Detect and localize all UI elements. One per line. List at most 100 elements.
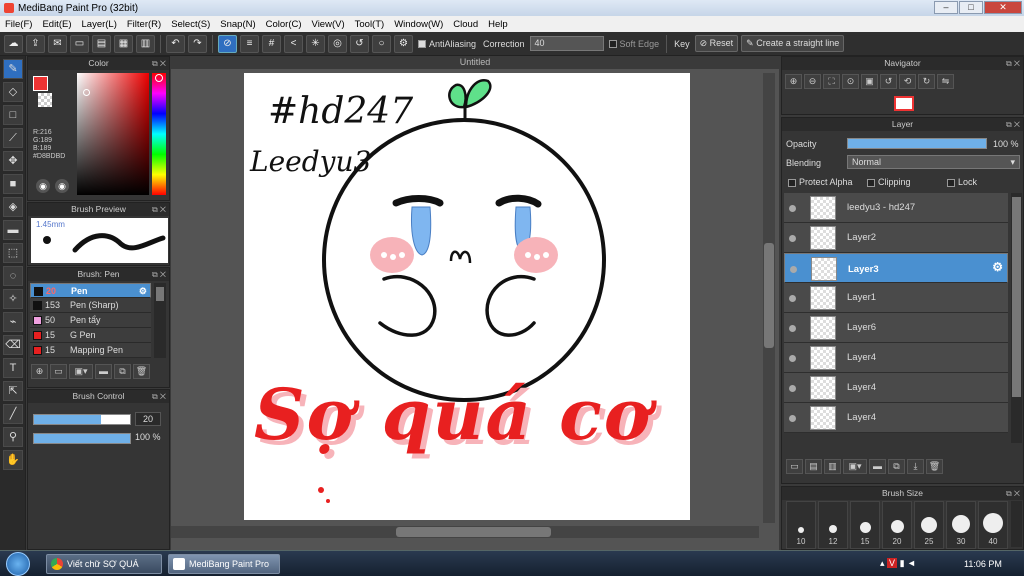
tray-v-icon[interactable]: V: [887, 558, 898, 568]
panel-close-icon[interactable]: ⧉ ✕: [1006, 487, 1020, 500]
antialiasing-toggle[interactable]: AntiAliasing: [416, 39, 478, 49]
minimize-button[interactable]: –: [934, 1, 958, 14]
correction-select[interactable]: 40: [529, 36, 604, 51]
color-picker-cursor[interactable]: [83, 89, 90, 96]
layer-menu-icon[interactable]: ▣▾: [843, 459, 867, 474]
eye-icon[interactable]: [789, 415, 796, 422]
taskbar-item-medibang[interactable]: MediBang Paint Pro ...: [168, 554, 280, 574]
vanishing-point-icon[interactable]: <: [284, 34, 303, 53]
eye-icon[interactable]: [789, 325, 796, 332]
layer-item[interactable]: Layer1: [784, 283, 1008, 313]
brush-size-preset[interactable]: 15: [850, 501, 880, 549]
redo-icon[interactable]: ↷: [188, 34, 207, 53]
radial-snap-icon[interactable]: ✳: [306, 34, 325, 53]
delete-layer-icon[interactable]: 🗑: [926, 459, 943, 474]
new-brush-icon[interactable]: ▭: [50, 364, 67, 379]
eraser-tool-icon[interactable]: ◇: [3, 82, 23, 102]
layer-item[interactable]: leedyu3 - hd247: [784, 193, 1008, 223]
duplicate-layer-icon[interactable]: ⧉: [888, 459, 905, 474]
layer-item[interactable]: Layer6: [784, 313, 1008, 343]
clipping-checkbox[interactable]: [867, 178, 875, 187]
rotate-right-icon[interactable]: ↻: [918, 74, 935, 89]
menu-view[interactable]: View(V): [307, 19, 350, 30]
magic-wand-icon[interactable]: ✧: [3, 289, 23, 309]
concentric-snap-icon[interactable]: ◎: [328, 34, 347, 53]
rotate-left-icon[interactable]: ↺: [880, 74, 897, 89]
new-file-icon[interactable]: ▭: [70, 34, 89, 53]
lock-checkbox[interactable]: [947, 178, 955, 187]
brush-menu-icon[interactable]: ▣▾: [69, 364, 93, 379]
brush-item[interactable]: 50 Pen tẩy: [30, 313, 151, 328]
text-tool-icon[interactable]: T: [3, 358, 23, 378]
brush-item[interactable]: 15 G Pen: [30, 328, 151, 343]
eye-icon[interactable]: [789, 295, 796, 302]
brush-size-preset[interactable]: 12: [818, 501, 848, 549]
select-rect-icon[interactable]: ⬚: [3, 243, 23, 263]
layer-folder-icon[interactable]: ▬: [869, 459, 886, 474]
comment-icon[interactable]: ✉: [48, 34, 67, 53]
select-pen-tool-icon[interactable]: ⌁: [3, 312, 23, 332]
new-halftone-layer-icon[interactable]: ▤: [805, 459, 822, 474]
layer-item[interactable]: Layer4: [784, 343, 1008, 373]
reset-button[interactable]: ⊘ Reset: [694, 35, 739, 52]
palette-icon[interactable]: ◉: [55, 179, 69, 193]
gradient-tool-icon[interactable]: ▬: [3, 220, 23, 240]
select-eraser-icon[interactable]: ⌫: [3, 335, 23, 355]
duplicate-brush-icon[interactable]: ⧉: [114, 364, 131, 379]
brush-size-value[interactable]: 20: [135, 412, 161, 426]
navigator-thumbnail[interactable]: [894, 96, 914, 111]
delete-brush-icon[interactable]: 🗑: [133, 364, 150, 379]
vertical-scroll-thumb[interactable]: [764, 243, 774, 348]
panel-close-icon[interactable]: ⧉ ✕: [152, 57, 166, 70]
zoom-in-icon[interactable]: ⊕: [785, 74, 802, 89]
panel-close-icon[interactable]: ⧉ ✕: [152, 203, 166, 216]
layer-item[interactable]: Layer4: [784, 373, 1008, 403]
brush-folder-icon[interactable]: ▬: [95, 364, 112, 379]
actual-size-icon[interactable]: ▣: [861, 74, 878, 89]
menu-edit[interactable]: Edit(E): [37, 19, 76, 30]
start-button[interactable]: [6, 552, 30, 576]
brush-tool-icon[interactable]: ✎: [3, 59, 23, 79]
menu-filter[interactable]: Filter(R): [122, 19, 166, 30]
export-icon[interactable]: ▥: [136, 34, 155, 53]
tray-arrow-icon[interactable]: ▴: [880, 558, 885, 568]
lasso-tool-icon[interactable]: ◌: [3, 266, 23, 286]
layer-item[interactable]: Layer4: [784, 403, 1008, 433]
eye-icon[interactable]: [790, 266, 797, 273]
layer-scroll-thumb[interactable]: [1012, 197, 1021, 397]
eye-icon[interactable]: [789, 235, 796, 242]
document-tab[interactable]: Untitled: [171, 56, 779, 69]
material-icon[interactable]: ▦: [114, 34, 133, 53]
hand-tool-icon[interactable]: ✋: [3, 450, 23, 470]
brush-size-preset[interactable]: 40: [978, 501, 1008, 549]
merge-layer-icon[interactable]: ⤓: [907, 459, 924, 474]
snap-off-icon[interactable]: ⊘: [218, 34, 237, 53]
brush-size-slider[interactable]: [33, 414, 131, 425]
clipping-toggle[interactable]: Clipping: [867, 177, 911, 187]
snap-settings-icon[interactable]: ⚙: [394, 34, 413, 53]
divide-tool-icon[interactable]: ╱: [3, 404, 23, 424]
menu-tool[interactable]: Tool(T): [350, 19, 390, 30]
share-icon[interactable]: ⇪: [26, 34, 45, 53]
layer-settings-icon[interactable]: ⚙: [992, 261, 1003, 274]
select-pen-icon[interactable]: ⟋: [3, 128, 23, 148]
add-brush-icon[interactable]: ⊕: [31, 364, 48, 379]
save-icon[interactable]: ▤: [92, 34, 111, 53]
horizontal-scrollbar[interactable]: [171, 526, 759, 538]
hue-slider-cursor[interactable]: [155, 74, 163, 82]
zoom-out-icon[interactable]: ⊖: [804, 74, 821, 89]
saturation-value-picker[interactable]: [77, 73, 149, 195]
protect-alpha-toggle[interactable]: Protect Alpha: [788, 177, 853, 187]
eye-icon[interactable]: [789, 355, 796, 362]
layer-scrollbar[interactable]: [1011, 193, 1022, 443]
panel-close-icon[interactable]: ⧉ ✕: [152, 390, 166, 403]
fit-screen-icon[interactable]: ⛶: [823, 74, 840, 89]
brush-size-scrollbar[interactable]: [1011, 501, 1022, 547]
eyedropper-tool-icon[interactable]: ⚲: [3, 427, 23, 447]
close-button[interactable]: ✕: [984, 1, 1022, 14]
undo-icon[interactable]: ↶: [166, 34, 185, 53]
new-layer-icon[interactable]: ▭: [786, 459, 803, 474]
panel-close-icon[interactable]: ⧉ ✕: [1006, 118, 1020, 131]
brush-size-preset[interactable]: 20: [882, 501, 912, 549]
move-tool-icon[interactable]: ✥: [3, 151, 23, 171]
